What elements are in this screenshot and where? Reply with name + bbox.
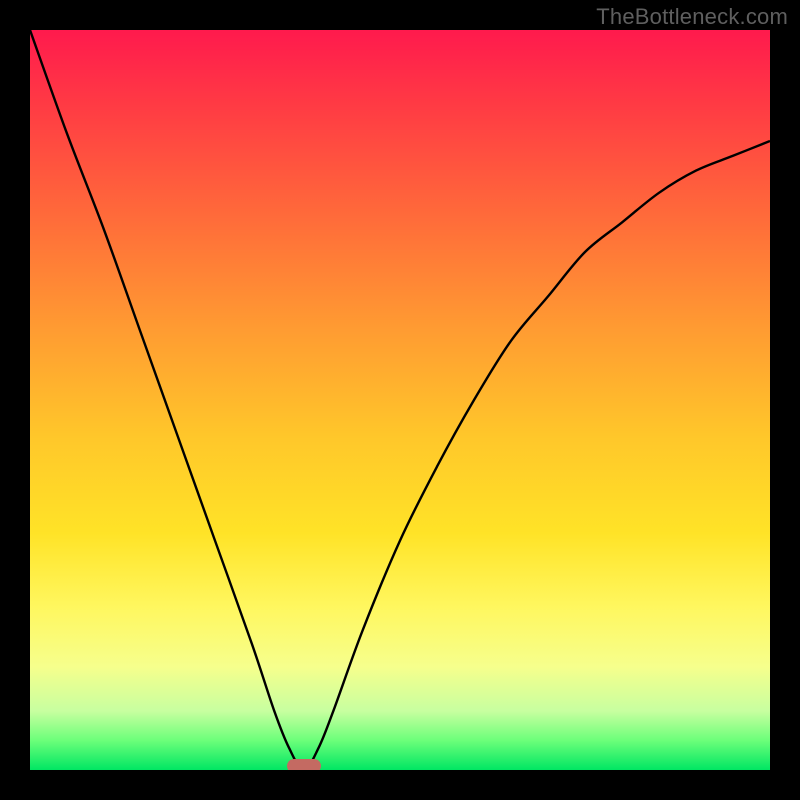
bottleneck-curve (30, 30, 770, 770)
plot-area (30, 30, 770, 770)
optimal-marker (287, 759, 321, 770)
chart-frame: TheBottleneck.com (0, 0, 800, 800)
watermark-text: TheBottleneck.com (596, 4, 788, 30)
